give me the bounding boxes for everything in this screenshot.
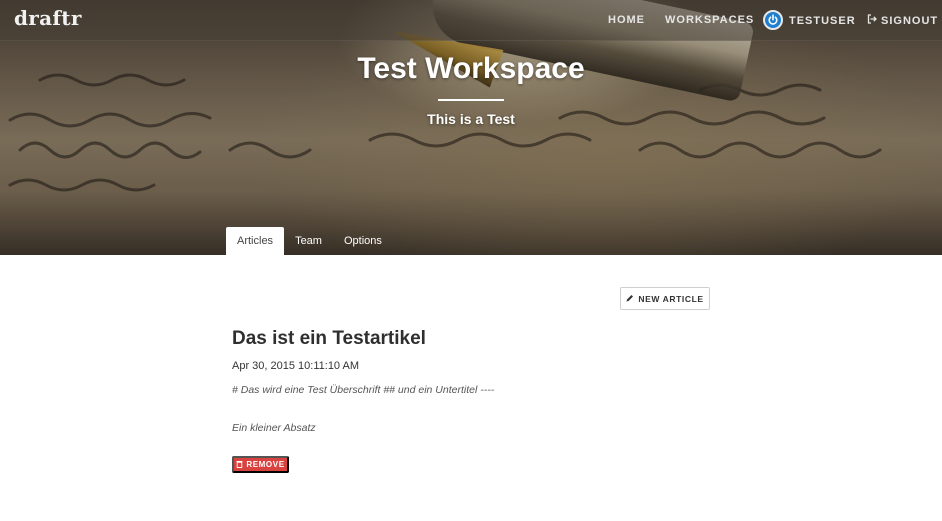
pencil-icon	[626, 294, 634, 304]
nav-signout-label: SIGNOUT	[881, 14, 939, 27]
title-divider	[438, 99, 504, 101]
workspace-tabs: Articles Team Options	[226, 227, 393, 255]
article-preview-line: # Das wird eine Test Überschrift ## und …	[232, 384, 495, 396]
tab-team[interactable]: Team	[284, 227, 333, 255]
workspace-subtitle: This is a Test	[427, 111, 515, 127]
power-icon	[763, 10, 783, 30]
nav-signout-link[interactable]: SIGNOUT	[867, 14, 938, 27]
sign-out-icon	[867, 14, 877, 27]
remove-article-button[interactable]: REMOVE	[232, 456, 289, 473]
article-date: Apr 30, 2015 10:11:10 AM	[232, 360, 359, 372]
new-article-button[interactable]: NEW ARTICLE	[620, 287, 710, 310]
nav-user-link[interactable]: TESTUSER	[763, 10, 856, 30]
top-navbar: draftr HOME WORKSPACES TESTUSER SIGNOUT	[0, 0, 942, 41]
article-preview-line: Ein kleiner Absatz	[232, 422, 316, 434]
nav-home-link[interactable]: HOME	[608, 14, 645, 26]
new-article-label: NEW ARTICLE	[638, 293, 704, 304]
workspace-title: Test Workspace	[357, 52, 585, 85]
nav-user-label: TESTUSER	[789, 15, 856, 27]
brand-logo[interactable]: draftr	[14, 6, 82, 30]
tab-options[interactable]: Options	[333, 227, 393, 255]
trash-icon	[236, 460, 243, 470]
nav-workspaces-link[interactable]: WORKSPACES	[665, 14, 754, 26]
remove-label: REMOVE	[246, 460, 285, 469]
tab-articles[interactable]: Articles	[226, 227, 285, 255]
article-title[interactable]: Das ist ein Testartikel	[232, 328, 426, 350]
